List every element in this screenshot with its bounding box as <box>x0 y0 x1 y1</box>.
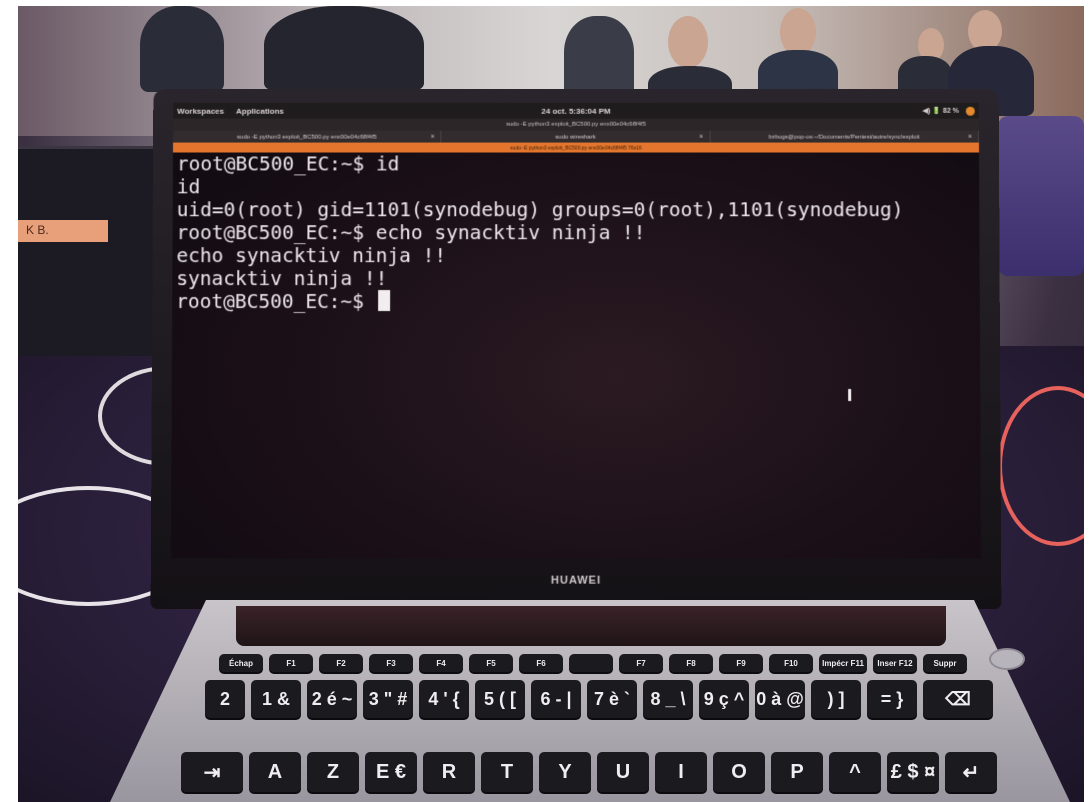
key[interactable]: F5 <box>469 654 513 672</box>
key[interactable]: F6 <box>519 654 563 672</box>
laptop-hinge <box>236 606 946 646</box>
key[interactable]: F3 <box>369 654 413 672</box>
desktop-top-bar: Workspaces Applications 24 oct. 5:36:04 … <box>173 102 979 119</box>
tab-exploit-dir[interactable]: bzbugs@pop-os:~/Documents/Pentest/autre/… <box>710 130 979 145</box>
key[interactable]: £ $ ¤ <box>887 752 939 792</box>
number-row: 2 1 & 2 é ~ 3 " # 4 ' { 5 ( [ 6 - | 7 è … <box>205 680 993 718</box>
workspaces-menu[interactable]: Workspaces <box>177 106 224 115</box>
terminal-line: id <box>176 175 201 199</box>
key[interactable]: 3 " # <box>363 680 413 718</box>
alpha-row: ⇥ A Z E € R T Y U I O P ^ £ $ ¤ ↵ <box>181 752 997 792</box>
terminal-prompt: root@BC500_EC:~$ <box>176 290 376 314</box>
key[interactable]: A <box>249 752 301 792</box>
person-head <box>668 16 708 68</box>
tab-wireshark[interactable]: sudo wireshark × <box>441 130 711 145</box>
window-title: sudo -E python3 exploit_BC500.py enx00e0… <box>173 118 979 131</box>
key[interactable]: E € <box>365 752 417 792</box>
laptop-lid: Workspaces Applications 24 oct. 5:36:04 … <box>150 88 1002 609</box>
terminal-prompt-line: root@BC500_EC:~$ <box>176 290 976 313</box>
tab-label: sudo wireshark <box>555 134 596 141</box>
key[interactable]: ^ <box>829 752 881 792</box>
key[interactable]: F7 <box>619 654 663 672</box>
laptop-screen: Workspaces Applications 24 oct. 5:36:04 … <box>170 102 982 559</box>
key[interactable]: I <box>655 752 707 792</box>
brand-logo: HUAWEI <box>550 574 602 587</box>
key[interactable]: ) ] <box>811 680 861 718</box>
applications-menu[interactable]: Applications <box>236 106 284 115</box>
key[interactable]: F10 <box>769 654 813 672</box>
person-head <box>780 8 816 56</box>
tab-label: sudo -E python3 exploit_BC500.py enx00e0… <box>236 134 377 141</box>
ibeam-cursor-icon <box>848 389 852 402</box>
key[interactable]: F8 <box>669 654 713 672</box>
key[interactable]: T <box>481 752 533 792</box>
function-row: Échap F1 F2 F3 F4 F5 F6 F7 F8 F9 F10 Imp… <box>219 654 967 672</box>
terminal-line: synacktiv ninja !! <box>176 267 388 291</box>
key[interactable]: Y <box>539 752 591 792</box>
key[interactable]: = } <box>867 680 917 718</box>
key[interactable]: Z <box>307 752 359 792</box>
key[interactable] <box>569 654 613 672</box>
key[interactable]: U <box>597 752 649 792</box>
tab-key[interactable]: ⇥ <box>181 752 243 792</box>
backspace-key[interactable]: ⌫ <box>923 680 993 718</box>
close-icon[interactable]: × <box>431 131 435 145</box>
key[interactable]: 5 ( [ <box>475 680 525 718</box>
key[interactable]: Inser F12 <box>873 654 917 672</box>
system-status[interactable]: ◀) 🔋 82 % <box>923 107 959 115</box>
tab-label: bzbugs@pop-os:~/Documents/Pentest/autre/… <box>768 134 920 141</box>
key[interactable]: 9 ç ^ <box>699 680 749 718</box>
key[interactable]: F1 <box>269 654 313 672</box>
terminal-line: root@BC500_EC:~$ id <box>176 152 400 176</box>
power-menu-icon[interactable] <box>965 106 975 116</box>
person <box>264 6 424 92</box>
keyboard: Échap F1 F2 F3 F4 F5 F6 F7 F8 F9 F10 Imp… <box>175 650 1055 802</box>
key[interactable]: P <box>771 752 823 792</box>
tab-exploit[interactable]: sudo -E python3 exploit_BC500.py enx00e0… <box>173 130 442 145</box>
terminal-output[interactable]: root@BC500_EC:~$ id id uid=0(root) gid=1… <box>175 153 977 553</box>
terminal-size-title: sudo -E python3 exploit_BC500.py enx00e0… <box>172 144 980 153</box>
key[interactable]: 0 à @ <box>755 680 805 718</box>
key[interactable]: F2 <box>319 654 363 672</box>
key[interactable]: 4 ' { <box>419 680 469 718</box>
key[interactable]: Suppr <box>923 654 967 672</box>
key[interactable]: 7 è ` <box>587 680 637 718</box>
clock[interactable]: 24 oct. 5:36:04 PM <box>541 106 610 115</box>
key[interactable]: 2 <box>205 680 245 718</box>
terminal-tabs: sudo -E python3 exploit_BC500.py enx00e0… <box>173 130 979 145</box>
terminal-line: root@BC500_EC:~$ echo synacktiv ninja !! <box>176 221 646 245</box>
key[interactable]: F4 <box>419 654 463 672</box>
terminal-line: echo synacktiv ninja !! <box>176 244 447 268</box>
key[interactable]: 8 _ \ <box>643 680 693 718</box>
person <box>564 16 634 96</box>
key[interactable]: 2 é ~ <box>307 680 357 718</box>
enter-key[interactable]: ↵ <box>945 752 997 792</box>
close-icon[interactable]: × <box>699 131 703 145</box>
key[interactable]: 6 - | <box>531 680 581 718</box>
close-icon[interactable]: × <box>968 131 972 145</box>
terminal-line: uid=0(root) gid=1101(synodebug) groups=0… <box>176 198 904 222</box>
key[interactable]: 1 & <box>251 680 301 718</box>
side-laptop-sticker: K B. <box>18 220 108 242</box>
key[interactable]: O <box>713 752 765 792</box>
key[interactable]: Impécr F11 <box>819 654 867 672</box>
terminal-cursor <box>377 290 390 312</box>
chair <box>998 116 1084 276</box>
key[interactable]: R <box>423 752 475 792</box>
person <box>140 6 224 92</box>
key[interactable]: F9 <box>719 654 763 672</box>
key[interactable]: Échap <box>219 654 263 672</box>
